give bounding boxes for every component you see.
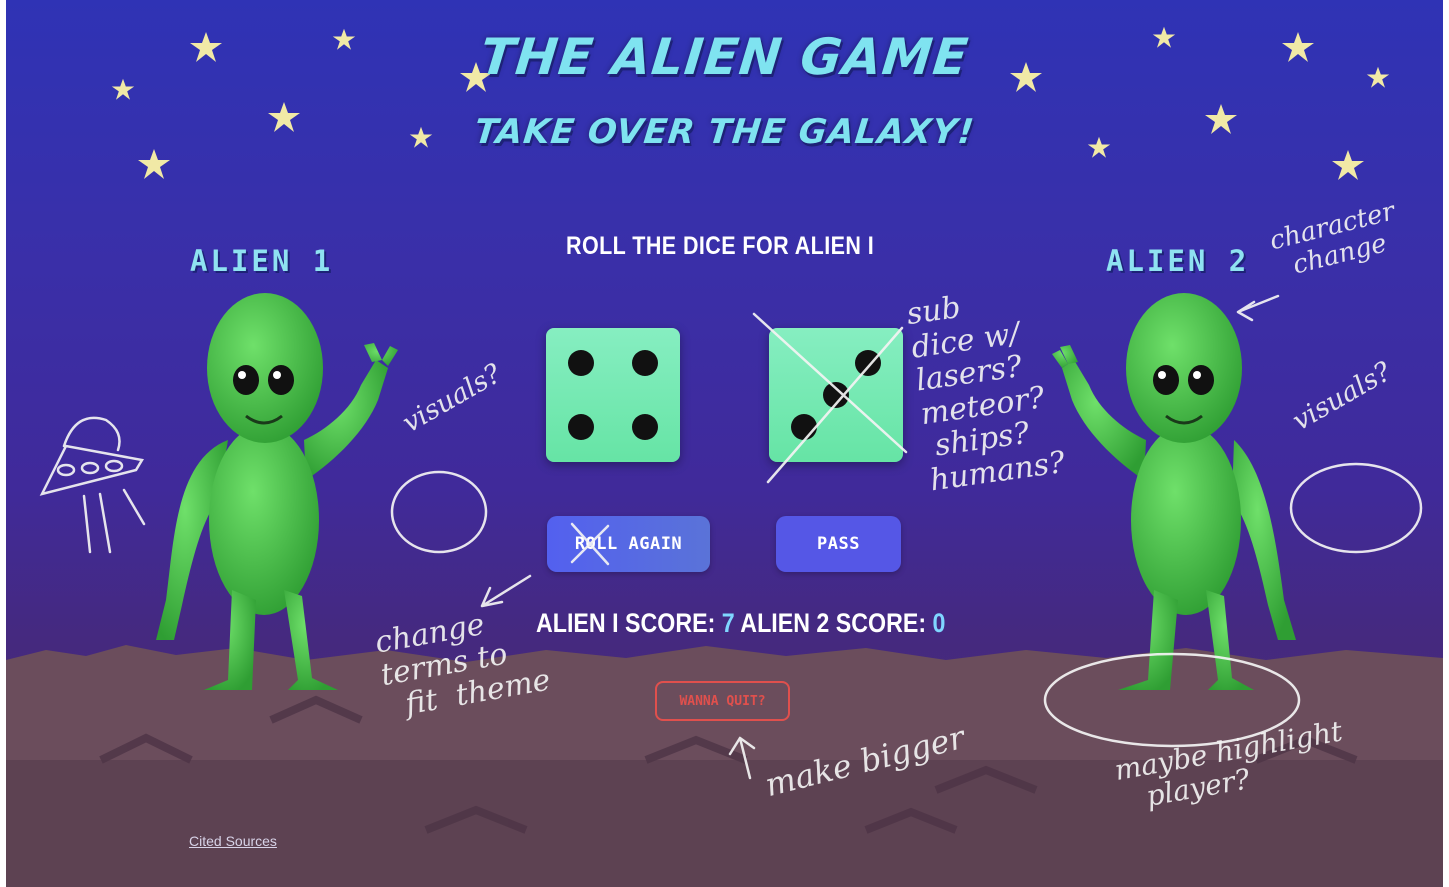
die-1 <box>546 328 680 462</box>
die-pip <box>632 414 658 440</box>
star-icon <box>1332 150 1364 180</box>
die-pip <box>568 350 594 376</box>
alien-2-character <box>1052 293 1296 690</box>
die-pip <box>855 350 881 376</box>
die-pip <box>791 414 817 440</box>
roll-again-button[interactable]: ROLL AGAIN <box>547 516 710 572</box>
roll-prompt: ROLL THE DICE FOR ALIEN I <box>566 232 875 260</box>
alien-2-score-label: ALIEN 2 SCORE: <box>740 608 927 638</box>
game-title: THE ALIEN GAME <box>477 28 972 86</box>
note-sub-dice: sub dice w/ lasers? meteor? ships? human… <box>904 289 1068 499</box>
alien-2-label: ALIEN 2 <box>1106 244 1250 278</box>
game-subtitle: TAKE OVER THE GALAXY! <box>472 112 977 152</box>
pass-button[interactable]: PASS <box>776 516 901 572</box>
game-screen: THE ALIEN GAME TAKE OVER THE GALAXY! ALI… <box>6 0 1443 887</box>
die-pip <box>823 382 849 408</box>
die-pip <box>632 350 658 376</box>
alien-1-score: 7 <box>721 608 735 638</box>
cited-sources-link[interactable]: Cited Sources <box>189 833 277 849</box>
die-pip <box>568 414 594 440</box>
quit-button[interactable]: WANNA QUIT? <box>655 681 790 721</box>
star-icon <box>138 149 170 179</box>
alien-1-score-label: ALIEN I SCORE: <box>536 608 716 638</box>
alien-1-character <box>156 293 398 690</box>
alien-1-label: ALIEN 1 <box>190 244 334 278</box>
die-2 <box>769 328 903 462</box>
alien-2-score: 0 <box>932 608 946 638</box>
score-line: ALIEN I SCORE: 7 ALIEN 2 SCORE: 0 <box>536 608 945 639</box>
